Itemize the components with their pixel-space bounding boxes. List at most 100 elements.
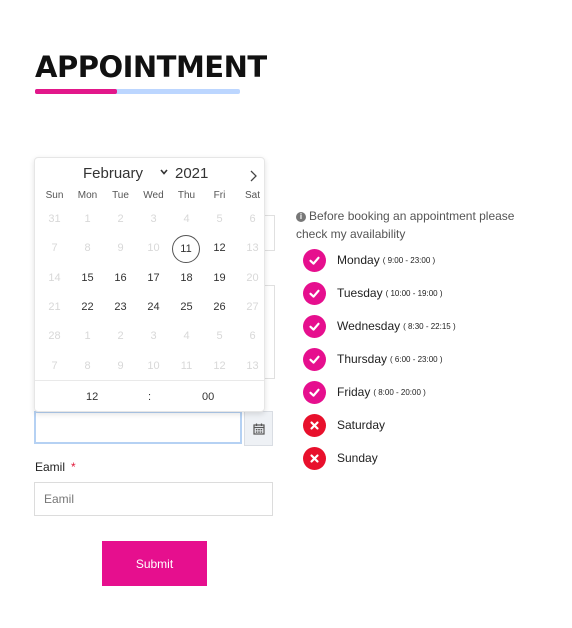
calendar-day[interactable]: 26	[205, 294, 234, 320]
calendar-day: 13	[246, 242, 259, 255]
day-hours: ( 9:00 - 23:00 )	[382, 255, 436, 265]
calendar-day[interactable]: 15	[73, 265, 102, 291]
availability-row-saturday: Saturday	[303, 413, 385, 437]
chevron-right-icon[interactable]	[247, 169, 259, 183]
day-hours: ( 8:30 - 22:15 )	[403, 321, 456, 331]
checkmark-icon	[303, 281, 326, 305]
info-icon: i	[296, 212, 306, 222]
day-name: Friday	[337, 385, 371, 399]
calendar-day: 10	[147, 242, 160, 255]
title-underline-accent	[35, 89, 117, 94]
calendar-day: 9	[117, 359, 124, 372]
calendar-day: 7	[51, 242, 58, 255]
calendar-day-today[interactable]: 11	[172, 235, 200, 264]
calendar-day: 4	[183, 330, 190, 343]
submit-button[interactable]: Submit	[102, 541, 207, 586]
close-icon	[303, 446, 326, 470]
calendar-day: 3	[150, 213, 157, 225]
calendar-day[interactable]: 16	[106, 265, 135, 291]
required-mark: *	[71, 460, 76, 474]
title-underline	[35, 89, 240, 94]
calendar-day: 5	[216, 213, 223, 225]
calendar-day: 28	[48, 330, 61, 343]
calendar-day: 27	[246, 300, 259, 313]
checkmark-icon	[303, 314, 326, 338]
checkmark-icon	[303, 248, 326, 272]
calendar-day: 12	[213, 359, 226, 372]
calendar-day[interactable]: 12	[205, 235, 234, 261]
day-name: Thursday	[337, 352, 388, 366]
checkmark-icon	[303, 347, 326, 371]
hour-input[interactable]: 12	[86, 391, 98, 403]
availability-row-sunday: Sunday	[303, 446, 378, 470]
weekday-label: Sun	[45, 190, 64, 201]
calendar-day: 4	[183, 213, 190, 225]
availability-row-wednesday: Wednesday( 8:30 - 22:15 )	[303, 314, 456, 338]
email-label-text: Eamil	[35, 460, 66, 474]
calendar-day: 1	[84, 213, 91, 225]
day-hours: ( 10:00 - 19:00 )	[385, 288, 443, 298]
calendar-day: 3	[150, 330, 157, 343]
email-label: Eamil *	[35, 460, 76, 474]
day-hours: ( 8:00 - 20:00 )	[373, 387, 426, 397]
availability-row-friday: Friday( 8:00 - 20:00 )	[303, 380, 426, 404]
calendar-day[interactable]: 25	[172, 294, 201, 320]
time-picker: 12 : 00	[35, 380, 264, 414]
calendar-day: 14	[48, 271, 61, 284]
close-icon	[303, 413, 326, 437]
email-field[interactable]	[34, 482, 273, 516]
calendar-day[interactable]: 17	[139, 265, 168, 291]
date-input[interactable]	[34, 411, 242, 444]
day-name: Wednesday	[337, 319, 401, 333]
calendar-day: 21	[48, 300, 61, 313]
weekday-label: Fri	[213, 190, 226, 201]
calendar-day: 10	[147, 359, 160, 372]
calendar-day: 11	[180, 359, 193, 372]
month-select[interactable]: February	[83, 165, 143, 182]
calendar-day[interactable]: 22	[73, 294, 102, 320]
availability-row-tuesday: Tuesday( 10:00 - 19:00 )	[303, 281, 443, 305]
date-picker-button[interactable]	[244, 411, 273, 446]
calendar-day[interactable]: 19	[205, 265, 234, 291]
chevron-down-icon	[160, 169, 168, 175]
calendar-day: 9	[117, 242, 124, 255]
calendar-day: 20	[246, 271, 259, 284]
date-picker-popup: February 2021 Sun Mon Tue Wed Thu Fri Sat 31 1 2…	[34, 157, 265, 412]
weekday-label: Wed	[143, 190, 164, 201]
year-input[interactable]: 2021	[175, 165, 208, 182]
time-separator: :	[148, 391, 152, 403]
calendar-header: February 2021	[35, 163, 264, 185]
day-name: Tuesday	[337, 286, 383, 300]
calendar-day: 8	[84, 359, 91, 372]
minute-input[interactable]: 00	[202, 391, 214, 403]
weekday-label: Sat	[244, 190, 260, 201]
checkmark-icon	[303, 380, 326, 404]
day-hours: ( 6:00 - 23:00 )	[390, 354, 443, 364]
calendar-day[interactable]: 18	[172, 265, 201, 291]
weekday-header: Sun Mon Tue Wed Thu Fri Sat	[35, 190, 264, 204]
calendar-day[interactable]: 24	[139, 294, 168, 320]
calendar-icon	[252, 423, 265, 435]
calendar-day: 13	[246, 359, 259, 372]
calendar-day: 6	[249, 213, 256, 225]
calendar-day: 2	[117, 330, 124, 343]
calendar-day: 2	[117, 213, 124, 225]
weekday-label: Tue	[112, 190, 129, 201]
calendar-day: 8	[84, 242, 91, 255]
page-title: APPOINTMENT	[35, 50, 267, 84]
calendar-day: 31	[48, 213, 61, 225]
calendar-day: 6	[249, 330, 256, 343]
availability-row-thursday: Thursday( 6:00 - 23:00 )	[303, 347, 443, 371]
calendar-day: 5	[216, 330, 223, 343]
day-name: Sunday	[337, 451, 378, 465]
weekday-label: Mon	[77, 190, 98, 201]
calendar-day[interactable]: 23	[106, 294, 135, 320]
weekday-label: Thu	[177, 190, 196, 201]
availability-row-monday: Monday( 9:00 - 23:00 )	[303, 248, 435, 272]
day-name: Saturday	[337, 418, 386, 432]
day-name: Monday	[337, 253, 380, 267]
availability-note-text: Before booking an appointment please che…	[296, 209, 515, 241]
availability-note: i Before booking an appointment please ch…	[296, 207, 546, 243]
calendar-day: 1	[84, 330, 91, 343]
calendar-day: 7	[51, 359, 58, 372]
